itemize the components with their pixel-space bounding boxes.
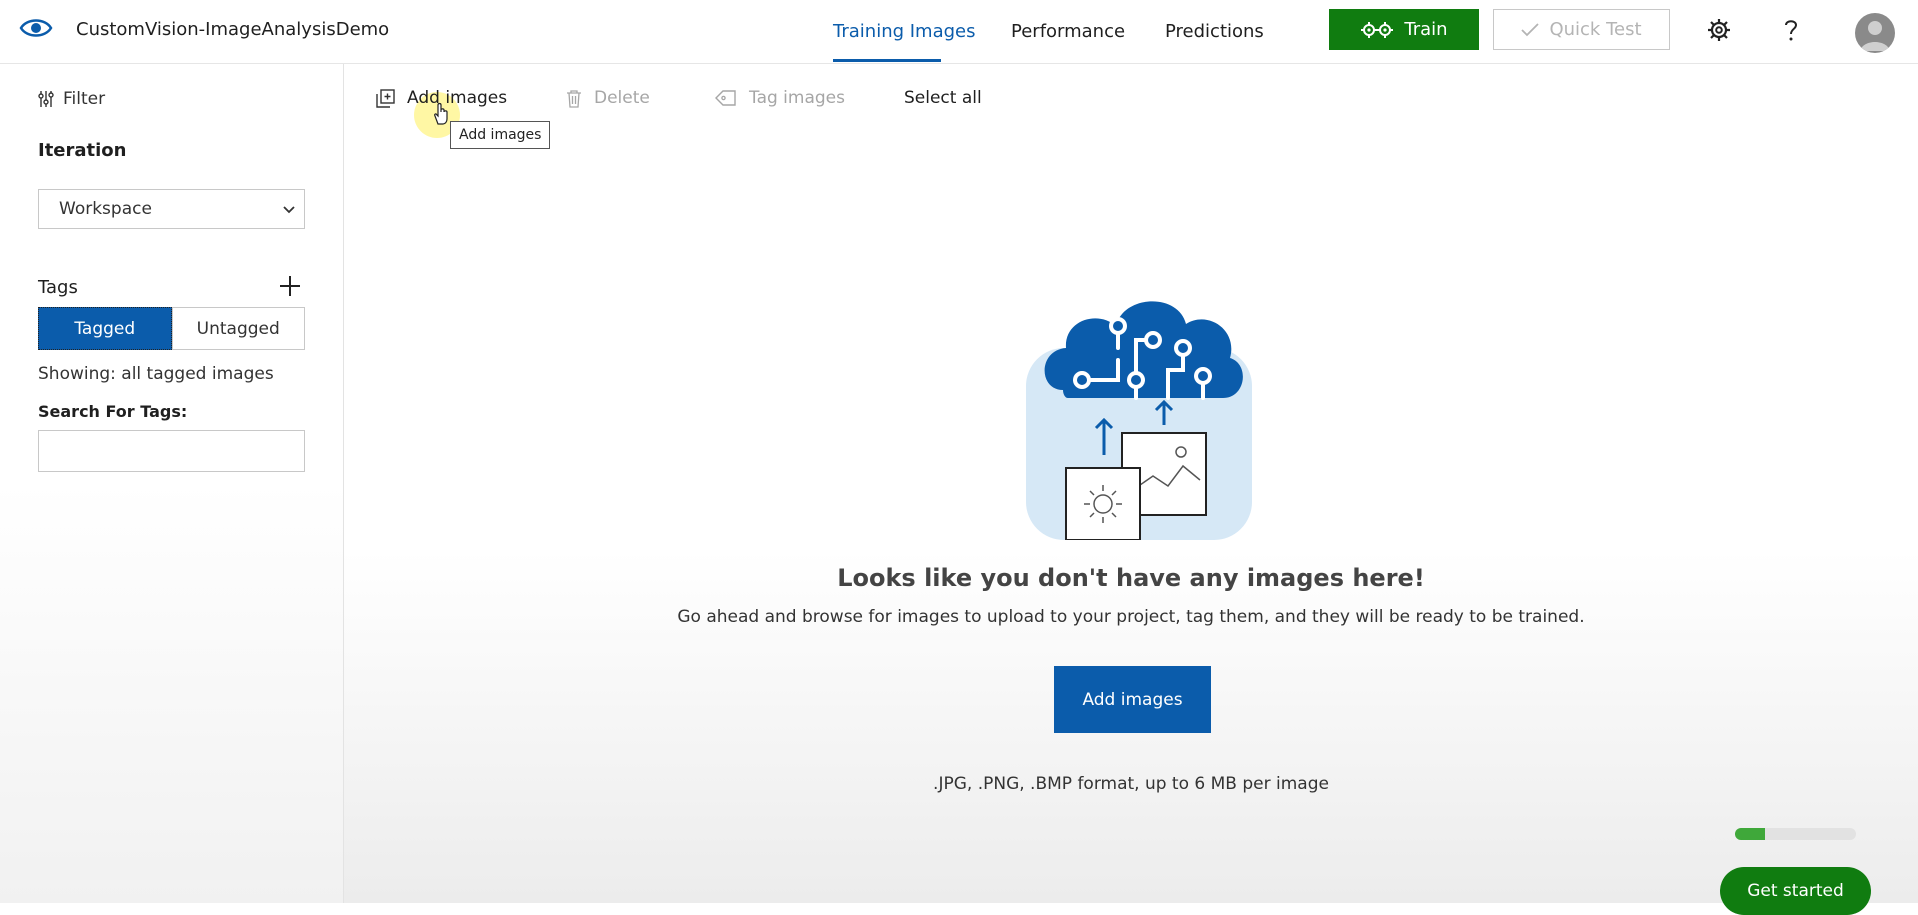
top-bar: CustomVision-ImageAnalysisDemo Training …: [0, 0, 1918, 64]
train-label: Train: [1404, 19, 1448, 40]
empty-state-description: Go ahead and browse for images to upload…: [677, 607, 1585, 627]
add-images-tooltip: Add images: [450, 121, 551, 149]
eye-icon[interactable]: [18, 12, 54, 44]
delete-button[interactable]: Delete: [566, 88, 650, 108]
untagged-button[interactable]: Untagged: [171, 307, 305, 350]
onboarding-progress-fill: [1735, 828, 1766, 840]
delete-label: Delete: [594, 88, 650, 108]
select-all-button[interactable]: Select all: [904, 88, 982, 108]
cloud-upload-illustration: [1026, 301, 1252, 540]
tags-heading: Tags: [38, 277, 78, 298]
tag-filter-toggle: Tagged Untagged: [38, 307, 305, 350]
tab-training-images[interactable]: Training Images: [833, 21, 976, 42]
empty-state-title: Looks like you don't have any images her…: [837, 564, 1425, 592]
onboarding-progress-bar: [1735, 828, 1856, 840]
gears-icon: [1361, 21, 1394, 38]
main-content: Add images Delete Tag images Select all …: [344, 64, 1918, 915]
avatar[interactable]: [1855, 13, 1895, 53]
add-image-icon: [376, 88, 395, 108]
train-button[interactable]: Train: [1329, 9, 1479, 50]
tag-images-button[interactable]: Tag images: [715, 88, 845, 108]
tab-predictions[interactable]: Predictions: [1165, 21, 1264, 42]
app-title: CustomVision-ImageAnalysisDemo: [76, 19, 390, 40]
tagged-button[interactable]: Tagged: [38, 307, 172, 350]
iteration-value: Workspace: [59, 199, 152, 219]
user-icon: [1860, 21, 1890, 51]
tag-images-label: Tag images: [749, 88, 845, 108]
tag-icon: [715, 90, 736, 106]
quick-test-label: Quick Test: [1549, 19, 1642, 40]
tab-performance[interactable]: Performance: [1011, 21, 1125, 42]
checkmark-icon: [1521, 22, 1540, 36]
search-tags-label: Search For Tags:: [38, 402, 188, 421]
supported-formats-text: .JPG, .PNG, .BMP format, up to 6 MB per …: [933, 774, 1329, 794]
showing-text: Showing: all tagged images: [38, 364, 274, 384]
get-started-button[interactable]: Get started: [1720, 867, 1871, 915]
hand-cursor-icon: [434, 102, 448, 125]
gear-icon[interactable]: [1706, 17, 1732, 43]
add-images-label: Add images: [407, 88, 508, 108]
chevron-down-icon: [283, 206, 295, 214]
sidebar: Filter Iteration Workspace Tags Tagged U…: [0, 64, 344, 903]
active-tab-indicator: [833, 59, 941, 62]
iteration-heading: Iteration: [38, 140, 127, 161]
help-icon[interactable]: [1778, 17, 1804, 43]
iteration-select[interactable]: Workspace: [38, 189, 305, 229]
trash-icon: [567, 89, 581, 108]
add-tag-icon[interactable]: [279, 275, 301, 297]
filter-icon: [38, 91, 54, 107]
search-tags-input[interactable]: [38, 430, 305, 472]
filter-button[interactable]: Filter: [37, 89, 105, 109]
filter-label: Filter: [63, 89, 106, 109]
quick-test-button[interactable]: Quick Test: [1493, 9, 1670, 50]
add-images-button[interactable]: Add images: [1054, 666, 1211, 733]
